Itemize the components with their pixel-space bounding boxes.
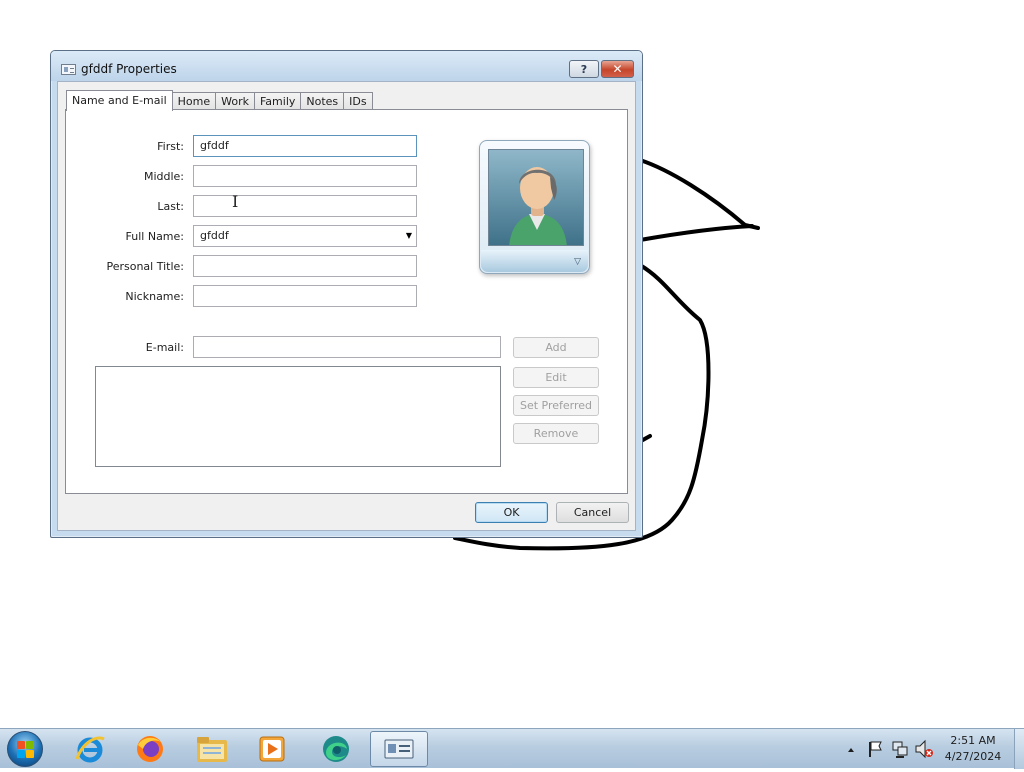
firefox-icon[interactable] [126, 731, 174, 767]
personal-title-label: Personal Title: [106, 260, 184, 273]
first-label: First: [157, 140, 184, 153]
full-name-dropdown[interactable]: gfddf ▼ [193, 225, 417, 247]
last-name-field[interactable] [193, 195, 417, 217]
email-list[interactable] [95, 366, 501, 467]
nickname-label: Nickname: [125, 290, 184, 303]
first-name-field[interactable]: gfddf [193, 135, 417, 157]
tab-ids[interactable]: IDs [343, 92, 373, 110]
dropdown-arrow-icon[interactable]: ▼ [406, 226, 412, 246]
tab-home[interactable]: Home [171, 92, 217, 110]
edge-browser-icon[interactable] [312, 731, 360, 767]
contact-properties-dialog: gfddf Properties ? ✕ Name and E-mail Hom… [50, 50, 643, 538]
tab-strip: Name and E-mail Home Work Family Notes I… [66, 89, 373, 111]
taskbar: 2:51 AM 4/27/2024 [0, 728, 1024, 769]
contact-picture[interactable]: ▽ [479, 140, 590, 274]
help-button[interactable]: ? [569, 60, 599, 78]
tab-name-and-email[interactable]: Name and E-mail [66, 90, 173, 111]
show-hidden-icons-button[interactable] [846, 729, 856, 769]
middle-label: Middle: [143, 170, 184, 183]
network-icon[interactable] [890, 729, 910, 769]
clock-time: 2:51 AM [950, 734, 996, 747]
contacts-taskbar-button[interactable] [370, 731, 428, 767]
title-bar[interactable]: gfddf Properties ? ✕ [51, 51, 642, 81]
personal-title-field[interactable] [193, 255, 417, 277]
last-label: Last: [157, 200, 184, 213]
tab-notes[interactable]: Notes [300, 92, 345, 110]
system-clock[interactable]: 2:51 AM 4/27/2024 [938, 733, 1008, 765]
set-preferred-button[interactable]: Set Preferred [513, 395, 599, 416]
middle-name-field[interactable] [193, 165, 417, 187]
tab-panel-name-and-email: First: Middle: Last: Full Name: Personal… [65, 109, 628, 494]
window-title: gfddf Properties [81, 62, 177, 76]
media-player-icon[interactable] [248, 731, 296, 767]
cancel-button[interactable]: Cancel [556, 502, 629, 523]
close-button[interactable]: ✕ [601, 60, 634, 78]
email-field[interactable] [193, 336, 501, 358]
file-explorer-icon[interactable] [188, 731, 236, 767]
contact-card-icon [61, 64, 76, 75]
action-center-flag-icon[interactable] [866, 729, 884, 769]
internet-explorer-icon[interactable] [66, 731, 114, 767]
full-name-label: Full Name: [125, 230, 184, 243]
clock-date: 4/27/2024 [944, 750, 1002, 763]
remove-email-button[interactable]: Remove [513, 423, 599, 444]
ok-button[interactable]: OK [475, 502, 548, 523]
nickname-field[interactable] [193, 285, 417, 307]
full-name-value: gfddf [200, 229, 229, 242]
picture-options-bar[interactable]: ▽ [481, 250, 588, 272]
start-button[interactable] [7, 731, 43, 767]
edit-email-button[interactable]: Edit [513, 367, 599, 388]
contact-avatar-image [488, 149, 584, 246]
dialog-client-area: Name and E-mail Home Work Family Notes I… [57, 81, 636, 531]
volume-muted-icon[interactable] [914, 729, 934, 769]
chevron-down-icon[interactable]: ▽ [574, 257, 581, 267]
add-email-button[interactable]: Add [513, 337, 599, 358]
show-desktop-button[interactable] [1014, 729, 1024, 769]
tab-family[interactable]: Family [253, 92, 302, 110]
email-label: E-mail: [145, 341, 184, 354]
tab-work[interactable]: Work [215, 92, 255, 110]
text-cursor-icon: I [232, 192, 239, 211]
